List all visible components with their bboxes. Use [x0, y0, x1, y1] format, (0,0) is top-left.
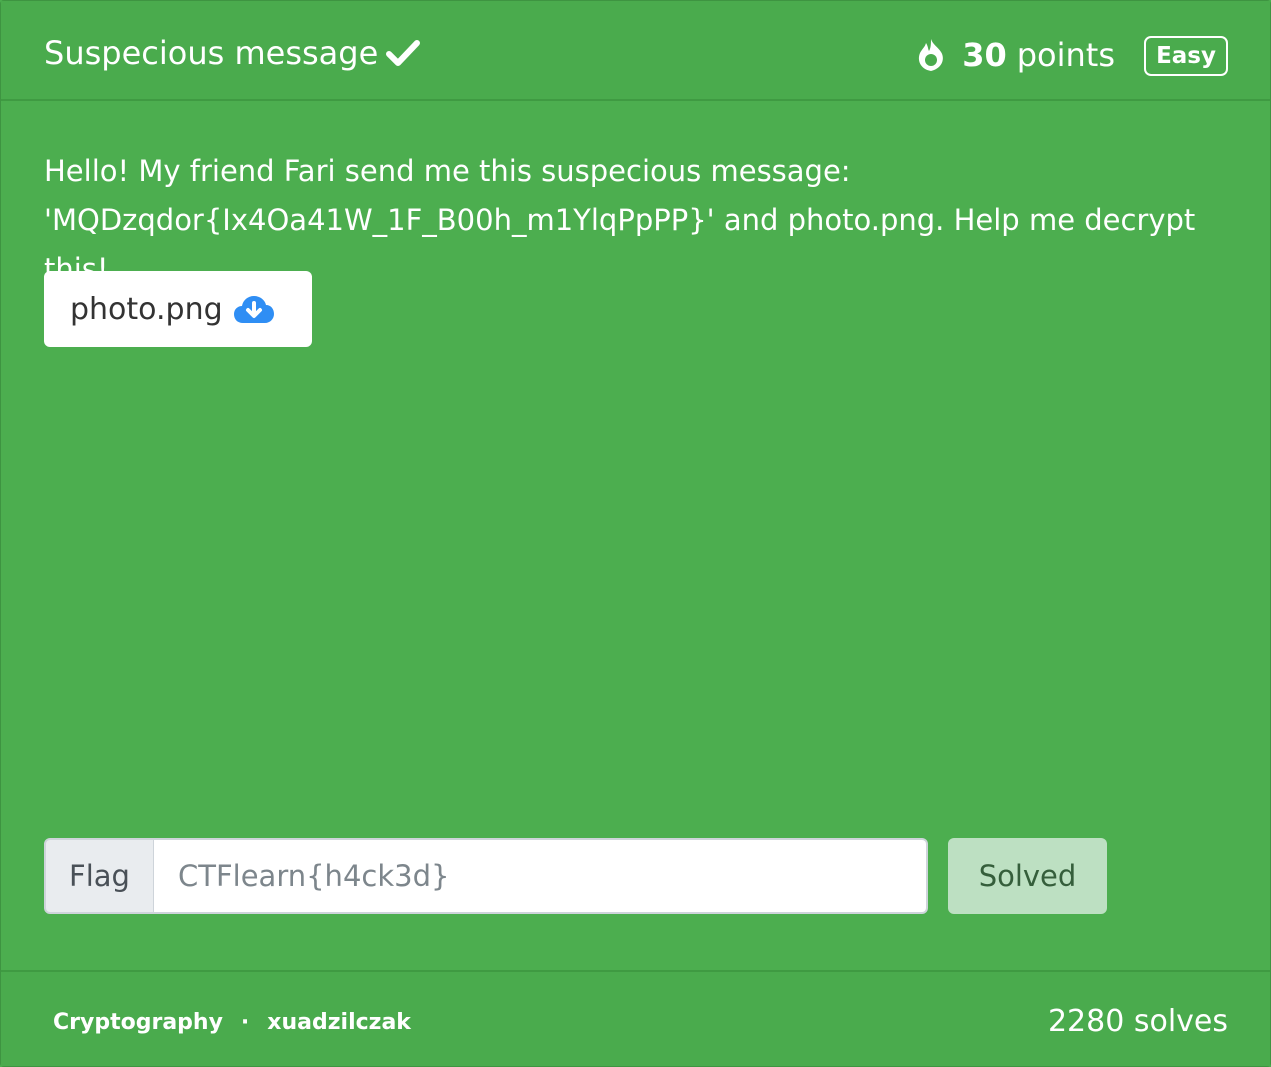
file-name: photo.png [70, 291, 223, 327]
challenge-title-text: Suspecious message [44, 34, 379, 72]
flag-label: Flag [44, 838, 154, 914]
category-link[interactable]: Cryptography [53, 1010, 223, 1035]
card-header: Suspecious message 30 points Easy [1, 1, 1270, 101]
cloud-download-icon [233, 296, 274, 323]
check-icon [386, 40, 421, 66]
challenge-meta: Cryptography · xuadzilczak [53, 1010, 411, 1035]
flag-form: Flag [44, 838, 928, 914]
flag-input[interactable] [154, 838, 928, 914]
solved-button[interactable]: Solved [948, 838, 1107, 914]
points-value: 30 [962, 36, 1007, 74]
solves-count: 2280 solves [1047, 1004, 1228, 1039]
challenge-title: Suspecious message [44, 31, 421, 75]
difficulty-badge: Easy [1144, 36, 1228, 76]
challenge-card: Suspecious message 30 points Easy Hello!… [0, 0, 1271, 1067]
points-display: 30 points [916, 33, 1115, 77]
card-footer: Cryptography · xuadzilczak 2280 solves [1, 970, 1270, 1066]
meta-separator: · [240, 1010, 250, 1035]
file-download-button[interactable]: photo.png [44, 271, 312, 347]
points-unit: points [1016, 36, 1115, 74]
description-line-1: Hello! My friend Fari send me this suspe… [44, 154, 851, 188]
fire-icon [919, 39, 944, 71]
author-link[interactable]: xuadzilczak [267, 1010, 411, 1035]
